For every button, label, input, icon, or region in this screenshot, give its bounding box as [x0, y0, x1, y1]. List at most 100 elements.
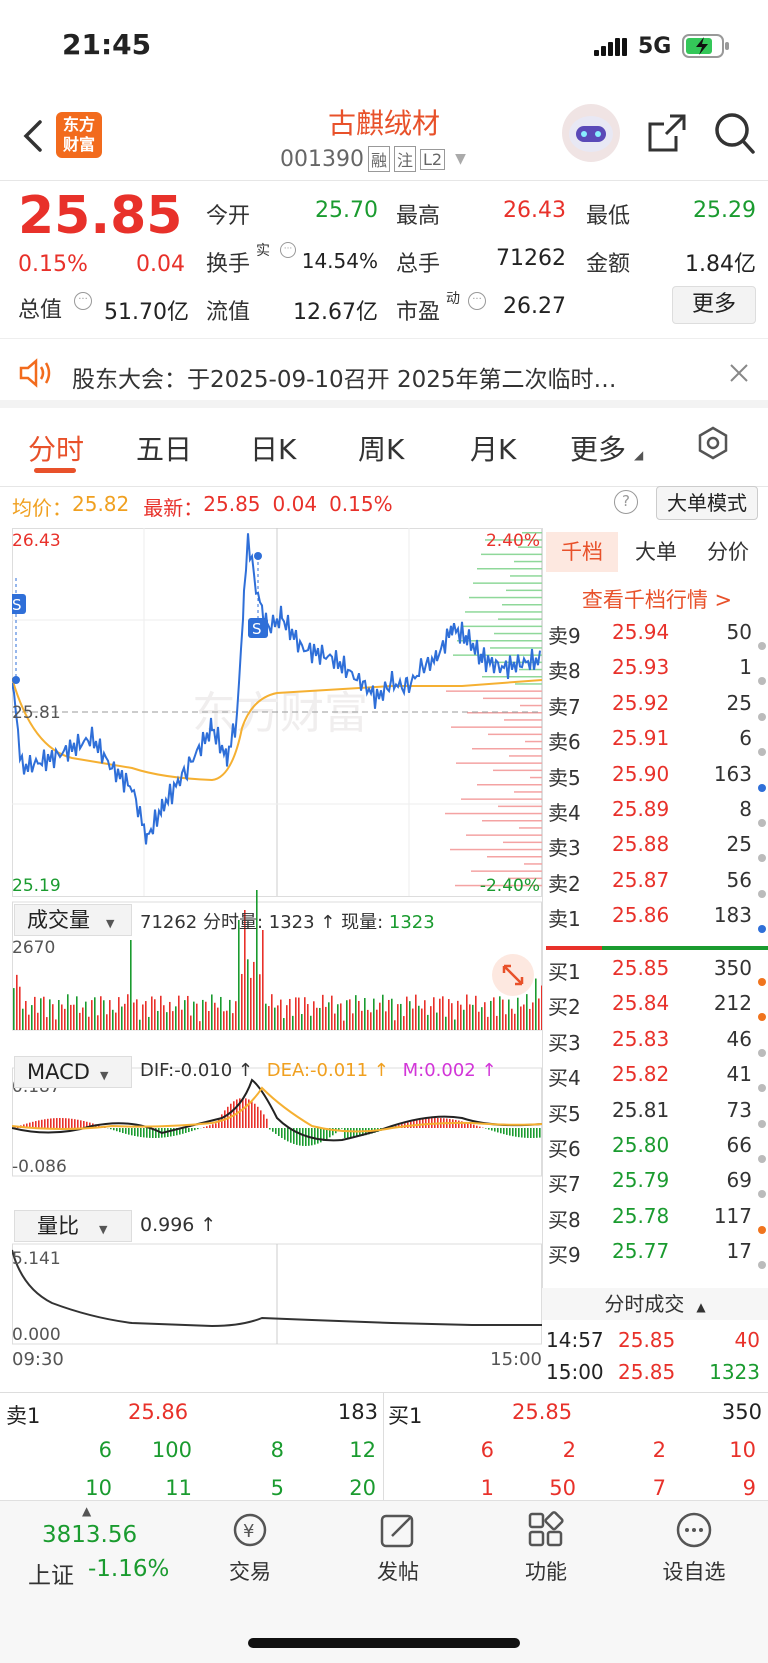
- index-pct[interactable]: -1.16%: [88, 1556, 169, 1582]
- order-book-row[interactable]: 卖9 25.94 50: [546, 620, 768, 654]
- order-book-row[interactable]: 卖5 25.90 163: [546, 762, 768, 796]
- order-book-row[interactable]: 卖3 25.88 25: [546, 832, 768, 866]
- macd-bar: [110, 1128, 112, 1130]
- caret-down-icon[interactable]: ▼: [455, 151, 466, 167]
- volume-bar: [223, 1011, 225, 1030]
- macd-bar: [260, 1110, 262, 1128]
- info-icon[interactable]: ···: [280, 242, 296, 258]
- level-label: 卖9: [548, 624, 581, 648]
- index-name[interactable]: 上证: [28, 1556, 74, 1590]
- volume-bar: [22, 1008, 24, 1030]
- volume-bar: [424, 1000, 426, 1030]
- order-book-row[interactable]: 买9 25.77 17: [546, 1239, 768, 1273]
- order-book-row[interactable]: 买6 25.80 66: [546, 1133, 768, 1167]
- order-book-row[interactable]: 卖2 25.87 56: [546, 868, 768, 902]
- help-icon[interactable]: ?: [614, 490, 638, 514]
- change-amount: 0.04: [136, 252, 185, 277]
- info-icon[interactable]: ···: [74, 292, 92, 310]
- order-book-row[interactable]: 卖1 25.86 183: [546, 903, 768, 937]
- macd-bar: [539, 1128, 541, 1138]
- nav-function[interactable]: 功能: [516, 1510, 576, 1600]
- macd-bar: [341, 1128, 343, 1129]
- volume-bar: [379, 1002, 381, 1030]
- macd-indicator-select[interactable]: MACD ▼: [14, 1056, 132, 1088]
- order-book-row[interactable]: 买7 25.79 69: [546, 1168, 768, 1202]
- robot-avatar[interactable]: [562, 104, 620, 162]
- book-cell: 6: [480, 1438, 494, 1462]
- level-label: 买4: [548, 1066, 581, 1091]
- s-marker[interactable]: S: [252, 620, 262, 638]
- volume-bar: [118, 997, 120, 1030]
- ratio-indicator-select[interactable]: 量比 ▼: [14, 1210, 132, 1242]
- depth-tab-bigorder[interactable]: 大单: [626, 532, 686, 572]
- s-marker[interactable]: S: [12, 596, 22, 614]
- search-icon[interactable]: [712, 110, 756, 156]
- expand-icon[interactable]: [492, 954, 534, 996]
- low-value: 25.29: [693, 198, 756, 223]
- nav-trade[interactable]: ¥ 交易: [220, 1510, 280, 1600]
- macd-bar: [302, 1128, 304, 1146]
- macd-bar: [83, 1121, 85, 1128]
- order-book-row[interactable]: 买4 25.82 41: [546, 1062, 768, 1096]
- ratio-bottom: 0.000: [12, 1325, 61, 1345]
- volume-bar: [217, 1007, 219, 1030]
- level-volume: 41: [726, 1062, 752, 1087]
- home-indicator[interactable]: [248, 1638, 520, 1648]
- volume-bar: [163, 1005, 165, 1030]
- order-book-row[interactable]: 买2 25.84 212: [546, 991, 768, 1025]
- macd-bar: [494, 1128, 496, 1132]
- tab-intraday[interactable]: 分时: [28, 428, 84, 468]
- index-value[interactable]: 3813.56: [42, 1522, 137, 1548]
- volume-bar: [496, 1015, 498, 1030]
- macd-bar: [77, 1119, 79, 1128]
- caret-up-icon[interactable]: ▲: [82, 1504, 91, 1518]
- tab-more[interactable]: 更多: [570, 428, 626, 468]
- ticks-label: 分时成交: [604, 1292, 685, 1316]
- macd-bar: [68, 1118, 70, 1128]
- order-book-row[interactable]: 买1 25.85 350: [546, 956, 768, 990]
- order-book-row[interactable]: 买8 25.78 117: [546, 1204, 768, 1238]
- more-button[interactable]: 更多: [672, 286, 756, 324]
- depth-tab-thousand[interactable]: 千档: [546, 532, 618, 572]
- nav-add-watch[interactable]: 设自选: [656, 1510, 732, 1600]
- volume-bar: [55, 1019, 57, 1030]
- tab-5day[interactable]: 五日: [136, 428, 192, 468]
- volume-bar: [172, 1011, 174, 1030]
- macd-bar: [41, 1119, 43, 1128]
- depth-tab-price[interactable]: 分价: [696, 532, 760, 572]
- volume-bar: [511, 1008, 513, 1030]
- macd-bar: [251, 1101, 253, 1128]
- book-cell: 20: [349, 1476, 376, 1500]
- settings-icon[interactable]: [696, 426, 730, 460]
- volume-bar: [49, 999, 51, 1030]
- macd-bar: [458, 1120, 460, 1128]
- big-order-mode-button[interactable]: 大单模式: [656, 486, 758, 520]
- volume-bar: [373, 998, 375, 1030]
- close-icon[interactable]: [728, 362, 750, 384]
- tab-daily[interactable]: 日K: [250, 428, 296, 468]
- tab-monthly[interactable]: 月K: [470, 428, 516, 468]
- info-icon[interactable]: ···: [468, 292, 486, 310]
- order-book-row[interactable]: 卖7 25.92 25: [546, 691, 768, 725]
- volume-indicator-select[interactable]: 成交量 ▼: [14, 904, 132, 936]
- order-book-row[interactable]: 卖8 25.93 1: [546, 655, 768, 689]
- ticks-header[interactable]: 分时成交 ▲: [542, 1288, 768, 1320]
- tab-weekly[interactable]: 周K: [358, 428, 404, 468]
- view-depth-link[interactable]: 查看千档行情 >: [546, 584, 768, 614]
- order-book-row[interactable]: 卖4 25.89 8: [546, 797, 768, 831]
- order-book-row[interactable]: 买5 25.81 73: [546, 1098, 768, 1132]
- notice-text[interactable]: 股东大会：于2025-09-10召开 2025年第二次临时…: [72, 360, 692, 394]
- order-book-row[interactable]: 买3 25.83 46: [546, 1027, 768, 1061]
- depth-bar: [506, 589, 542, 592]
- volume-bar: [274, 1007, 276, 1030]
- depth-bar: [461, 625, 542, 628]
- order-book-row[interactable]: 卖6 25.91 6: [546, 726, 768, 760]
- share-icon[interactable]: [646, 112, 688, 154]
- time-end: 15:00: [490, 1349, 542, 1368]
- trade-icon: ¥: [233, 1513, 267, 1547]
- macd-bar: [497, 1128, 499, 1133]
- nav-post[interactable]: 发帖: [368, 1510, 428, 1600]
- volume-bar: [247, 959, 249, 1030]
- level-volume: 56: [726, 867, 752, 892]
- macd-bar: [131, 1128, 133, 1136]
